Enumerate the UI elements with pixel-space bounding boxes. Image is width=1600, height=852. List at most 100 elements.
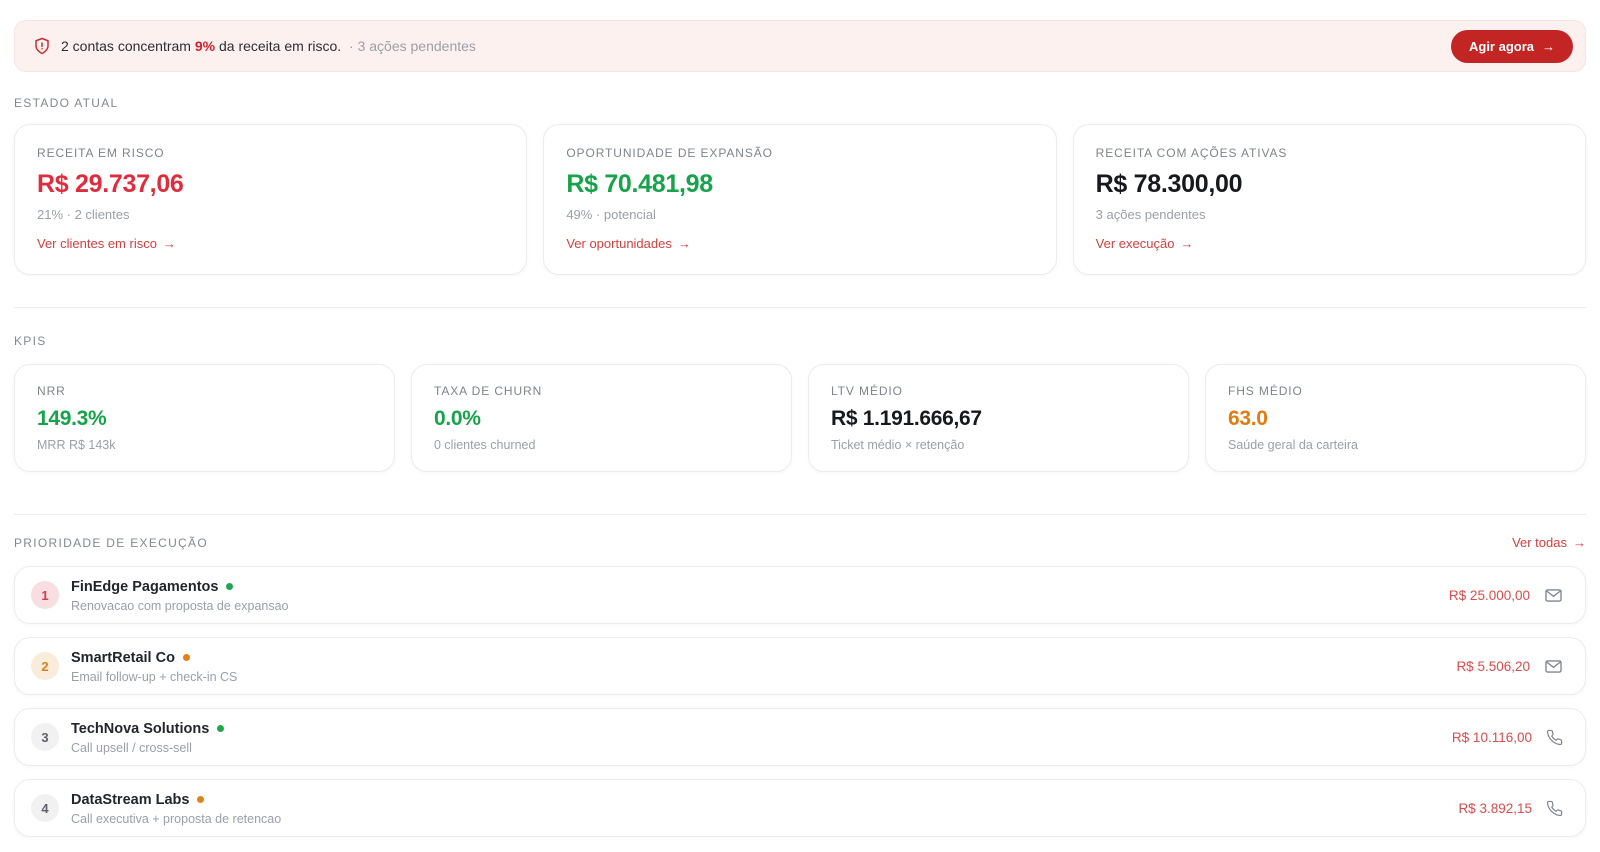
section-title-kpis: KPIS	[14, 334, 1586, 348]
link-label: Ver todas	[1512, 535, 1567, 550]
section-title-estado-atual: ESTADO ATUAL	[14, 96, 1586, 110]
rank-badge: 1	[31, 581, 59, 609]
arrow-right-icon: →	[1180, 236, 1193, 251]
phone-icon[interactable]	[1546, 729, 1563, 746]
row-name: SmartRetail Co	[71, 650, 190, 666]
row-action: Email follow-up + check-in CS	[71, 670, 1456, 684]
card-subtext: MRR R$ 143k	[37, 438, 372, 452]
card-value: R$ 70.481,98	[566, 170, 1033, 199]
priority-row-smartretail[interactable]: 2 SmartRetail Co Email follow-up + check…	[14, 637, 1586, 695]
row-name: DataStream Labs	[71, 792, 204, 808]
rank-badge: 2	[31, 652, 59, 680]
card-label: NRR	[37, 384, 372, 398]
card-subtext: 3 ações pendentes	[1096, 207, 1563, 222]
banner-message: 2 contas concentram 9% da receita em ris…	[33, 37, 1451, 55]
link-ver-clientes-em-risco[interactable]: Ver clientes em risco →	[37, 236, 176, 251]
link-label: Ver clientes em risco	[37, 236, 157, 251]
section-prioridade: PRIORIDADE DE EXECUÇÃO Ver todas → 1 Fin…	[14, 535, 1586, 837]
company-name: TechNova Solutions	[71, 721, 209, 737]
card-subtext: 49% · potencial	[566, 207, 1033, 222]
section-divider	[14, 514, 1586, 515]
row-right: R$ 5.506,20	[1456, 657, 1563, 676]
status-dot-icon	[217, 725, 224, 732]
prioridade-list: 1 FinEdge Pagamentos Renovacao com propo…	[14, 566, 1586, 837]
card-receita-em-risco: RECEITA EM RISCO R$ 29.737,06 21% · 2 cl…	[14, 124, 527, 275]
status-dot-icon	[183, 654, 190, 661]
link-ver-execucao[interactable]: Ver execução →	[1096, 236, 1194, 251]
card-label: TAXA DE CHURN	[434, 384, 769, 398]
shield-alert-icon	[33, 37, 51, 55]
card-label: RECEITA EM RISCO	[37, 146, 504, 160]
card-value: 63.0	[1228, 407, 1563, 431]
row-amount: R$ 25.000,00	[1449, 588, 1530, 603]
priority-row-datastream[interactable]: 4 DataStream Labs Call executiva + propo…	[14, 779, 1586, 837]
card-label: RECEITA COM AÇÕES ATIVAS	[1096, 146, 1563, 160]
row-main: TechNova Solutions Call upsell / cross-s…	[71, 720, 1452, 755]
dashboard: 2 contas concentram 9% da receita em ris…	[0, 20, 1600, 837]
link-label: Ver execução	[1096, 236, 1175, 251]
card-fhs-medio: FHS MÉDIO 63.0 Saúde geral da carteira	[1205, 364, 1586, 472]
row-action: Renovacao com proposta de expansao	[71, 599, 1449, 613]
act-now-label: Agir agora	[1469, 39, 1534, 54]
banner-text: 2 contas concentram 9% da receita em ris…	[61, 38, 476, 54]
row-right: R$ 10.116,00	[1452, 729, 1563, 746]
card-oportunidade-expansao: OPORTUNIDADE DE EXPANSÃO R$ 70.481,98 49…	[543, 124, 1056, 275]
card-receita-acoes-ativas: RECEITA COM AÇÕES ATIVAS R$ 78.300,00 3 …	[1073, 124, 1586, 275]
company-name: FinEdge Pagamentos	[71, 579, 218, 595]
banner-secondary: · 3 ações pendentes	[349, 38, 476, 54]
link-label: Ver oportunidades	[566, 236, 672, 251]
row-action: Call executiva + proposta de retencao	[71, 812, 1458, 826]
link-ver-todas[interactable]: Ver todas →	[1512, 535, 1586, 550]
rank-badge: 4	[31, 794, 59, 822]
card-value: 149.3%	[37, 407, 372, 431]
priority-row-finedge[interactable]: 1 FinEdge Pagamentos Renovacao com propo…	[14, 566, 1586, 624]
risk-alert-banner: 2 contas concentram 9% da receita em ris…	[14, 20, 1586, 72]
card-subtext: Saúde geral da carteira	[1228, 438, 1563, 452]
card-ltv-medio: LTV MÉDIO R$ 1.191.666,67 Ticket médio ×…	[808, 364, 1189, 472]
row-right: R$ 25.000,00	[1449, 586, 1563, 605]
row-main: SmartRetail Co Email follow-up + check-i…	[71, 649, 1456, 684]
prioridade-header: PRIORIDADE DE EXECUÇÃO Ver todas →	[14, 535, 1586, 550]
card-nrr: NRR 149.3% MRR R$ 143k	[14, 364, 395, 472]
card-value: R$ 78.300,00	[1096, 170, 1563, 199]
card-label: FHS MÉDIO	[1228, 384, 1563, 398]
envelope-icon[interactable]	[1544, 657, 1563, 676]
banner-text-suffix: da receita em risco.	[219, 38, 341, 54]
card-value: R$ 29.737,06	[37, 170, 504, 199]
envelope-icon[interactable]	[1544, 586, 1563, 605]
card-value: 0.0%	[434, 407, 769, 431]
row-main: DataStream Labs Call executiva + propost…	[71, 791, 1458, 826]
kpi-cards: NRR 149.3% MRR R$ 143k TAXA DE CHURN 0.0…	[14, 364, 1586, 472]
card-label: OPORTUNIDADE DE EXPANSÃO	[566, 146, 1033, 160]
row-name: TechNova Solutions	[71, 721, 224, 737]
arrow-right-icon: →	[1542, 39, 1555, 54]
row-amount: R$ 10.116,00	[1452, 730, 1532, 745]
card-subtext: 0 clientes churned	[434, 438, 769, 452]
card-taxa-de-churn: TAXA DE CHURN 0.0% 0 clientes churned	[411, 364, 792, 472]
company-name: SmartRetail Co	[71, 650, 175, 666]
phone-icon[interactable]	[1546, 800, 1563, 817]
arrow-right-icon: →	[1573, 535, 1586, 550]
estado-cards: RECEITA EM RISCO R$ 29.737,06 21% · 2 cl…	[14, 124, 1586, 275]
row-action: Call upsell / cross-sell	[71, 741, 1452, 755]
status-dot-icon	[197, 796, 204, 803]
section-kpis: KPIS NRR 149.3% MRR R$ 143k TAXA DE CHUR…	[14, 334, 1586, 472]
card-subtext: 21% · 2 clientes	[37, 207, 504, 222]
banner-text-prefix: 2 contas concentram	[61, 38, 191, 54]
arrow-right-icon: →	[163, 236, 176, 251]
act-now-button[interactable]: Agir agora →	[1451, 30, 1573, 63]
banner-highlight: 9%	[195, 38, 215, 54]
row-main: FinEdge Pagamentos Renovacao com propost…	[71, 578, 1449, 613]
row-right: R$ 3.892,15	[1458, 800, 1563, 817]
arrow-right-icon: →	[678, 236, 691, 251]
section-title-prioridade: PRIORIDADE DE EXECUÇÃO	[14, 536, 208, 550]
card-subtext: Ticket médio × retenção	[831, 438, 1166, 452]
status-dot-icon	[226, 583, 233, 590]
row-amount: R$ 5.506,20	[1456, 659, 1530, 674]
card-label: LTV MÉDIO	[831, 384, 1166, 398]
company-name: DataStream Labs	[71, 792, 189, 808]
link-ver-oportunidades[interactable]: Ver oportunidades →	[566, 236, 691, 251]
section-estado-atual: ESTADO ATUAL RECEITA EM RISCO R$ 29.737,…	[14, 96, 1586, 275]
row-amount: R$ 3.892,15	[1458, 801, 1532, 816]
priority-row-technova[interactable]: 3 TechNova Solutions Call upsell / cross…	[14, 708, 1586, 766]
